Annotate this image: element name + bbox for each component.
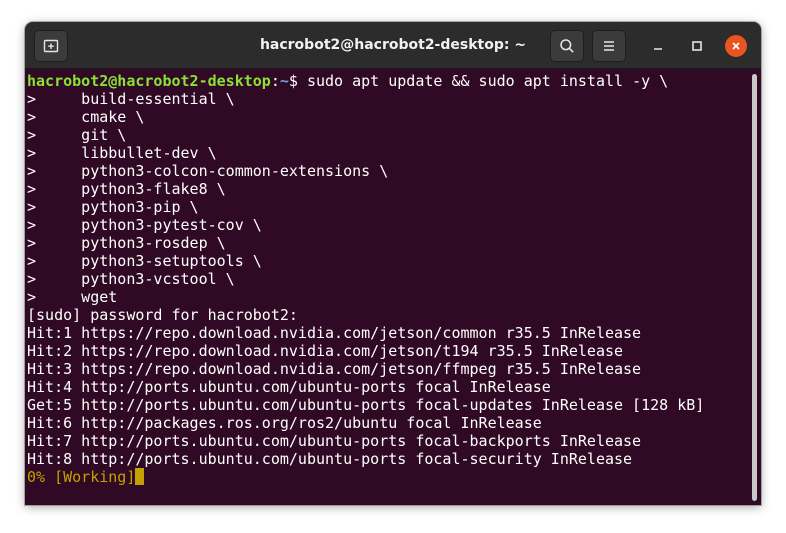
output-line: > wget (27, 288, 118, 306)
output-line: > python3-flake8 \ (27, 180, 226, 198)
minimize-icon (654, 48, 662, 50)
output-line: > python3-pytest-cov \ (27, 216, 262, 234)
output-line: > python3-colcon-common-extensions \ (27, 162, 389, 180)
output-line: > build-essential \ (27, 90, 235, 108)
output-line: Hit:7 http://ports.ubuntu.com/ubuntu-por… (27, 432, 642, 450)
text-cursor (135, 468, 145, 485)
minimize-button[interactable] (647, 35, 669, 57)
output-line: [sudo] password for hacrobot2: (27, 306, 298, 324)
progress-text: 0% [Working] (27, 468, 136, 486)
output-line: Hit:8 http://ports.ubuntu.com/ubuntu-por… (27, 450, 633, 468)
close-button[interactable] (725, 35, 747, 57)
prompt-path: ~ (279, 72, 289, 90)
command-text: sudo apt update && sudo apt install -y \ (306, 72, 669, 90)
output-line: > python3-vcstool \ (27, 270, 235, 288)
new-tab-icon (43, 39, 59, 53)
progress-line: 0% [Working] (27, 468, 145, 486)
output-line: > cmake \ (27, 108, 145, 126)
output-line: Hit:3 https://repo.download.nvidia.com/j… (27, 360, 642, 378)
output-line: > libbullet-dev \ (27, 144, 217, 162)
search-icon (560, 39, 574, 53)
terminal-output[interactable]: hacrobot2@hacrobot2-desktop:~$ sudo apt … (25, 69, 761, 505)
output-line: > python3-setuptools \ (27, 252, 262, 270)
output-line: Hit:1 https://repo.download.nvidia.com/j… (27, 324, 642, 342)
search-button[interactable] (550, 30, 584, 62)
maximize-icon (692, 41, 702, 51)
output-line: > python3-rosdep \ (27, 234, 226, 252)
maximize-button[interactable] (686, 35, 708, 57)
output-line: Hit:4 http://ports.ubuntu.com/ubuntu-por… (27, 378, 551, 396)
window-title: hacrobot2@hacrobot2-desktop: ~ (259, 37, 527, 53)
output-line: > git \ (27, 126, 127, 144)
output-line: Hit:6 http://packages.ros.org/ros2/ubunt… (27, 414, 542, 432)
title-bar: hacrobot2@hacrobot2-desktop: ~ (25, 22, 761, 69)
new-tab-button[interactable] (34, 30, 68, 62)
hamburger-menu-icon (604, 41, 614, 51)
menu-button[interactable] (592, 30, 626, 62)
prompt-user-host: hacrobot2@hacrobot2-desktop (27, 72, 271, 90)
terminal-window: hacrobot2@hacrobot2-desktop: ~ hacrobot2… (25, 22, 761, 505)
prompt-line: hacrobot2@hacrobot2-desktop:~$ sudo apt … (27, 72, 668, 90)
prompt-separator: : (270, 72, 280, 90)
output-line: Get:5 http://ports.ubuntu.com/ubuntu-por… (27, 396, 705, 414)
scrollbar[interactable] (752, 74, 757, 501)
prompt-symbol: $ (288, 72, 307, 90)
output-line: Hit:2 https://repo.download.nvidia.com/j… (27, 342, 624, 360)
close-icon (732, 42, 740, 50)
output-line: > python3-pip \ (27, 198, 199, 216)
